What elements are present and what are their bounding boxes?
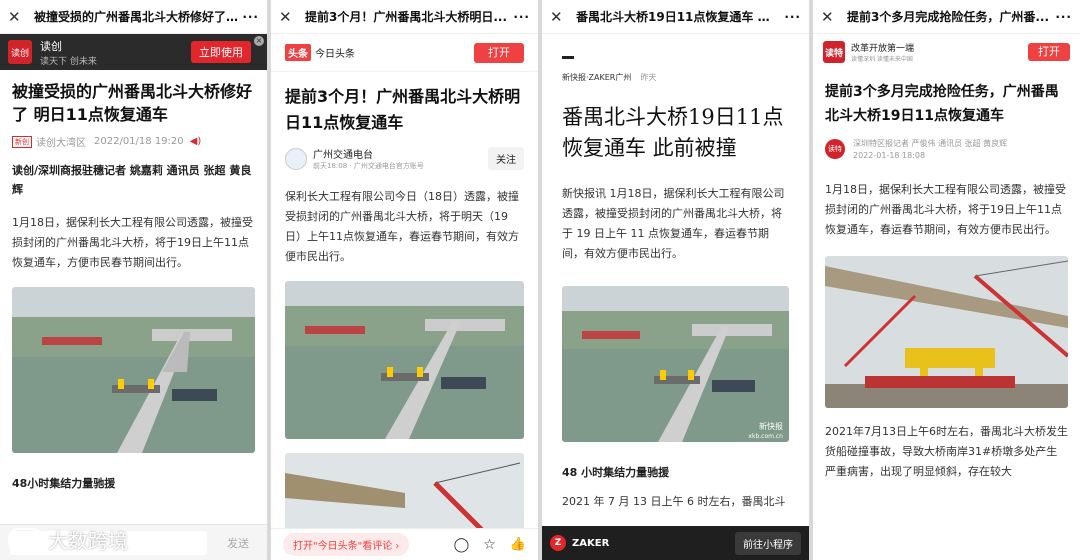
paragraph: 2021年7月13日上午6时左右，番禺北斗大桥发生货船碰撞事故，导致大桥南岸31…: [825, 425, 1068, 478]
paragraph: 1月18日，据保利长大工程有限公司透露，被撞受损封闭的广州番禺北斗大桥，将于19…: [12, 216, 253, 269]
open-button[interactable]: 打开: [474, 42, 524, 63]
page-title: 被撞受损的广州番禺北斗大桥修好了...: [34, 10, 239, 24]
repair-photo: [825, 256, 1068, 408]
app-name: 读创: [40, 39, 62, 53]
watermark-text: 大数跨境: [48, 529, 128, 553]
account-name[interactable]: 广州交通电台: [313, 146, 488, 161]
app-banner[interactable]: 读特 改革开放第一端 读懂深圳 读懂未来中国 打开: [813, 34, 1080, 70]
app-slogan: 读懂深圳 读懂未来中国: [851, 56, 913, 63]
follow-button[interactable]: 关注: [488, 147, 524, 170]
watermark-logo-icon: [8, 527, 42, 552]
source-name[interactable]: 新快报·ZAKER广州: [562, 73, 631, 82]
banner-close-icon[interactable]: ×: [254, 36, 264, 46]
open-comments-button[interactable]: 打开"今日头条"看评论 ›: [283, 533, 410, 556]
title-bar: ✕ 提前3个多月完成抢险任务，广州番... ···: [813, 0, 1080, 34]
app-banner[interactable]: 头条 今日头条 打开: [271, 34, 538, 72]
subhead: 48小时集结力量驰援: [12, 477, 116, 490]
speaker-icon[interactable]: ◀): [190, 136, 202, 147]
source-name[interactable]: 读创大湾区: [36, 134, 86, 149]
open-button[interactable]: 打开: [1028, 43, 1070, 61]
panel-dute: ✕ 提前3个多月完成抢险任务，广州番... ··· 读特 改革开放第一端 读懂深…: [813, 0, 1080, 560]
source-logo: [562, 56, 574, 59]
app-name: 改革开放第一端: [851, 44, 915, 54]
photo-watermark: 新快报: [759, 422, 783, 431]
app-name: 今日头条: [315, 49, 355, 60]
app-logo: 头条: [285, 44, 311, 61]
paragraph: 新快报讯 1月18日，据保利长大工程有限公司透露，被撞受损封闭的广州番禺北斗大桥…: [562, 187, 785, 260]
title-bar: ✕ 番禺北斗大桥19日11点恢复通车 此... ···: [542, 0, 809, 34]
page-title: 提前3个月！广州番禺北斗大桥明日...: [305, 10, 508, 24]
source-badge: 新创: [12, 135, 32, 148]
source-row: 新创 读创大湾区 2022/01/18 19:20 ◀): [0, 126, 267, 149]
page-title: 提前3个多月完成抢险任务，广州番...: [847, 10, 1050, 24]
page-title: 番禺北斗大桥19日11点恢复通车 此...: [576, 10, 781, 24]
source-time: 昨天: [640, 73, 657, 82]
crane-photo: [285, 453, 524, 533]
app-logo: 读创: [8, 40, 32, 64]
zaker-label: ZAKER: [572, 537, 610, 549]
mini-program-button[interactable]: 前往小程序: [735, 531, 801, 555]
paragraph: 2021 年 7 月 13 日上午 6 时左右，番禺北斗: [562, 495, 786, 508]
account-avatar[interactable]: [285, 147, 307, 170]
send-button[interactable]: 发送: [227, 535, 249, 551]
publish-date: 2022/01/18 19:20: [94, 136, 184, 147]
reporters: 深圳特区报记者 严俊伟 通讯员 张超 黄良辉: [853, 139, 1008, 148]
paragraph: 1月18日，据保利长大工程有限公司透露，被撞受损封闭的广州番禺北斗大桥，将于19…: [825, 183, 1066, 236]
close-icon[interactable]: ✕: [821, 8, 837, 26]
account-row: 广州交通电台 前天18:08 · 广州交通电台官方账号 关注: [271, 136, 538, 171]
bridge-photo: [285, 281, 524, 439]
paragraph: 保利长大工程有限公司今日（18日）透露，被撞受损封闭的广州番禺北斗大桥，将于明天…: [285, 190, 519, 263]
headline: 提前3个月！广州番禺北斗大桥明日11点恢复通车: [285, 87, 521, 132]
app-slogan: 读天下 创未来: [40, 56, 97, 67]
zaker-logo-icon: Z: [550, 535, 566, 551]
more-icon[interactable]: ···: [510, 10, 530, 24]
like-icon[interactable]: 👍: [510, 537, 526, 552]
byline: 读创/深圳商报驻穗记者 姚嘉莉 通讯员 张超 黄良辉: [12, 164, 252, 196]
use-now-button[interactable]: 立即使用: [191, 41, 251, 63]
zaker-bar: Z ZAKER 前往小程序: [542, 526, 809, 560]
app-logo: 读特: [823, 41, 845, 63]
watermark: 大数跨境: [8, 525, 128, 554]
subhead: 48 小时集结力量驰援: [562, 466, 670, 479]
source-row: 新快报·ZAKER广州 昨天: [542, 34, 809, 84]
more-icon[interactable]: ···: [239, 10, 259, 24]
close-icon[interactable]: ✕: [279, 8, 295, 26]
reporter-row: 读特 深圳特区报记者 严俊伟 通讯员 张超 黄良辉 2022-01-18 18:…: [813, 128, 1080, 160]
publish-date: 2022-01-18 18:08: [853, 151, 926, 160]
title-bar: ✕ 提前3个月！广州番禺北斗大桥明日... ···: [271, 0, 538, 34]
bridge-photo: [12, 287, 255, 453]
title-bar: ✕ 被撞受损的广州番禺北斗大桥修好了... ···: [0, 0, 267, 34]
screenshot-collage: ✕ 被撞受损的广州番禺北斗大桥修好了... ··· 读创 读创 读天下 创未来 …: [0, 0, 1080, 560]
panel-zaker: ✕ 番禺北斗大桥19日11点恢复通车 此... ··· 新快报·ZAKER广州 …: [542, 0, 809, 560]
panel-toutiao: ✕ 提前3个月！广州番禺北斗大桥明日... ··· 头条 今日头条 打开 提前3…: [271, 0, 538, 560]
close-icon[interactable]: ✕: [8, 8, 24, 26]
more-icon[interactable]: ···: [1052, 10, 1072, 24]
photo-watermark-url: xkb.com.cn: [748, 433, 783, 440]
comment-icon[interactable]: ◯: [454, 537, 470, 553]
headline: 提前3个多月完成抢险任务，广州番禺北斗大桥19日11点恢复通车: [825, 84, 1059, 124]
bridge-photo: 新快报 xkb.com.cn: [562, 286, 789, 442]
avatar[interactable]: 读特: [825, 139, 845, 159]
app-banner[interactable]: 读创 读创 读天下 创未来 立即使用 ×: [0, 34, 267, 70]
headline: 番禺北斗大桥19日11点恢复通车 此前被撞: [562, 105, 784, 160]
panel-duchuang: ✕ 被撞受损的广州番禺北斗大桥修好了... ··· 读创 读创 读天下 创未来 …: [0, 0, 267, 560]
star-icon[interactable]: ☆: [483, 537, 496, 553]
account-meta: 前天18:08 · 广州交通电台官方账号: [313, 162, 424, 170]
bottom-bar: 打开"今日头条"看评论 › ◯ ☆ 👍: [271, 528, 538, 560]
close-icon[interactable]: ✕: [550, 8, 566, 26]
more-icon[interactable]: ···: [781, 10, 801, 24]
headline: 被撞受损的广州番禺北斗大桥修好了 明日11点恢复通车: [12, 82, 253, 124]
